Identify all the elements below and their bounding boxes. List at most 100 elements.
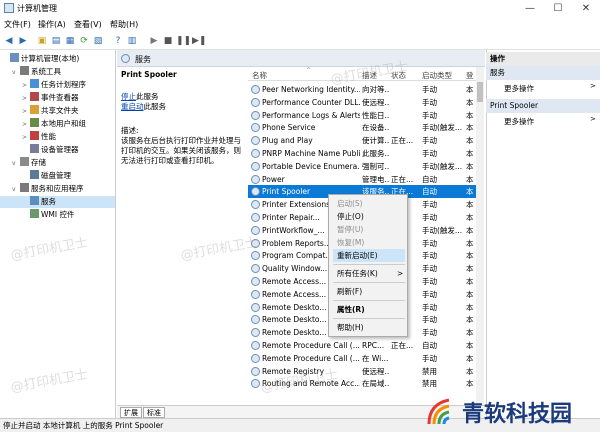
tree-item[interactable]: 设备管理器 bbox=[0, 144, 115, 156]
service-startup: 手动 bbox=[422, 97, 437, 107]
tree-item[interactable]: 计算机管理(本地) bbox=[0, 53, 115, 65]
service-row[interactable]: PNRP Machine Name Publi... 此服务... 手动 本 bbox=[248, 147, 478, 160]
menu-view[interactable]: 查看(V) bbox=[74, 19, 102, 30]
restart-service-link[interactable]: 重启动 bbox=[121, 102, 144, 111]
service-logon: 本 bbox=[466, 161, 474, 171]
tree-item-label: 磁盘管理 bbox=[41, 171, 71, 180]
vertical-scrollbar[interactable] bbox=[476, 67, 484, 405]
forward-icon[interactable]: ▶ bbox=[17, 35, 29, 47]
chevron-right-icon[interactable]: > bbox=[22, 80, 30, 92]
gear-icon bbox=[251, 110, 260, 120]
tree-item[interactable]: v 服务和应用程序 bbox=[0, 183, 115, 195]
close-button[interactable]: ✕ bbox=[572, 0, 600, 17]
help-icon[interactable]: ? bbox=[112, 35, 124, 47]
col-startup[interactable]: 启动类型 bbox=[422, 70, 452, 81]
tree-item[interactable]: 服务 bbox=[0, 196, 115, 208]
tree-item-label: 存储 bbox=[31, 158, 46, 167]
ctx-help[interactable]: 帮助(H) bbox=[333, 321, 405, 334]
minimize-button[interactable]: — bbox=[516, 0, 544, 17]
gear-icon bbox=[251, 136, 260, 146]
stop-icon[interactable]: ■ bbox=[162, 35, 174, 47]
tree-item-label: 任务计划程序 bbox=[41, 80, 86, 89]
tree-node-icon bbox=[30, 144, 39, 153]
tree-item-label: 计算机管理(本地) bbox=[21, 54, 80, 63]
stop-service-link[interactable]: 停止 bbox=[121, 92, 136, 101]
gear-icon bbox=[251, 97, 260, 107]
tree-item[interactable]: WMI 控件 bbox=[0, 209, 115, 221]
maximize-button[interactable]: ☐ bbox=[544, 0, 572, 17]
service-logon: 本 bbox=[466, 225, 474, 235]
col-name[interactable]: 名称 bbox=[252, 70, 267, 81]
back-icon[interactable]: ◀ bbox=[3, 35, 15, 47]
menu-action[interactable]: 操作(A) bbox=[38, 19, 66, 30]
service-startup: 手动 bbox=[422, 302, 437, 312]
service-row[interactable]: Peer Networking Identity... 向对等... 手动本 bbox=[248, 83, 478, 96]
gear-icon bbox=[251, 85, 260, 94]
actions-more-print-spooler[interactable]: 更多操作 bbox=[504, 116, 534, 127]
chevron-right-icon[interactable]: > bbox=[22, 93, 30, 105]
gear-icon bbox=[251, 341, 260, 350]
tree-item[interactable]: > 事件查看器 bbox=[0, 92, 115, 104]
scrollbar-thumb[interactable] bbox=[477, 82, 483, 102]
folder-up-icon[interactable]: ▣ bbox=[36, 35, 48, 47]
tree-node-icon bbox=[30, 131, 39, 140]
tab-standard[interactable]: 标准 bbox=[143, 407, 165, 418]
ctx-properties[interactable]: 属性(R) bbox=[333, 303, 405, 316]
chevron-down-icon[interactable]: v bbox=[12, 184, 20, 196]
tab-extended[interactable]: 扩展 bbox=[120, 407, 142, 418]
service-row[interactable]: Portable Device Enumera... 强制可... 手动(触发...… bbox=[248, 160, 478, 173]
actions-more-services[interactable]: 更多操作 bbox=[504, 83, 534, 94]
start-icon[interactable]: ▶ bbox=[148, 35, 160, 47]
tree-item[interactable]: > 共享文件夹 bbox=[0, 105, 115, 117]
service-row[interactable]: Plug and Play 使计算... 正在... 手动 本 bbox=[248, 134, 478, 147]
menu-file[interactable]: 文件(F) bbox=[4, 19, 31, 30]
menu-help[interactable]: 帮助(H) bbox=[110, 19, 138, 30]
chevron-right-icon[interactable]: > bbox=[22, 132, 30, 144]
tree-node-icon bbox=[30, 105, 39, 114]
tree-item[interactable]: v 系统工具 bbox=[0, 66, 115, 78]
restart-icon[interactable]: ▶❚ bbox=[192, 35, 206, 47]
computer-management-icon bbox=[4, 3, 14, 13]
services-header-title: 服务 bbox=[135, 55, 151, 64]
ctx-resume: 恢复(M) bbox=[337, 238, 365, 247]
ctx-all-tasks[interactable]: 所有任务(K) bbox=[333, 267, 405, 280]
service-desc: 强制可... bbox=[362, 161, 390, 171]
chevron-down-icon[interactable]: v bbox=[12, 67, 20, 79]
refresh-icon[interactable]: ⟳ bbox=[78, 35, 90, 47]
service-row[interactable]: Power 管理电... 正在... 自动 本 bbox=[248, 173, 478, 186]
service-logon: 本 bbox=[466, 366, 474, 376]
actions-section-print-spooler[interactable]: Print Spooler bbox=[486, 99, 600, 113]
properties-icon[interactable]: ▦ bbox=[64, 35, 76, 47]
service-row[interactable]: Remote Procedure Call (... RPC... 正在... 自动 本 bbox=[248, 339, 478, 352]
chevron-right-icon[interactable]: > bbox=[22, 119, 30, 131]
tree-item[interactable]: 磁盘管理 bbox=[0, 170, 115, 182]
ctx-restart[interactable]: 重新启动(E) bbox=[333, 249, 405, 262]
tree-item[interactable]: v 存储 bbox=[0, 157, 115, 169]
service-startup: 手动 bbox=[422, 85, 437, 94]
service-row[interactable]: Performance Logs & Alerts 性能日... 手动 本 bbox=[248, 109, 478, 122]
chevron-right-icon[interactable]: > bbox=[22, 106, 30, 118]
service-row[interactable]: Performance Counter DLL... 使远程... 手动 本 bbox=[248, 96, 478, 109]
console-tree-icon[interactable]: ▤ bbox=[50, 35, 62, 47]
col-logon[interactable]: 登 bbox=[466, 70, 474, 81]
service-desc: 在 Wi... bbox=[362, 353, 389, 363]
ctx-separator bbox=[333, 282, 405, 283]
service-row[interactable]: Phone Service 在设备... 手动(触发... 本 bbox=[248, 121, 478, 134]
service-row[interactable]: Remote Procedure Call (... 在 Wi... 手动 本 bbox=[248, 352, 478, 365]
service-startup: 手动 bbox=[422, 200, 437, 210]
tree-item[interactable]: > 任务计划程序 bbox=[0, 79, 115, 91]
ctx-stop[interactable]: 停止(O) bbox=[333, 210, 405, 223]
service-logon: 本 bbox=[466, 264, 474, 274]
export-icon[interactable]: ▧ bbox=[92, 35, 104, 47]
actions-section-services[interactable]: 服务 bbox=[486, 66, 600, 80]
gear-icon bbox=[251, 251, 260, 261]
ctx-refresh[interactable]: 刷新(F) bbox=[333, 285, 405, 298]
show-hide-icon[interactable]: ▥ bbox=[126, 35, 138, 47]
tree-item[interactable]: > 性能 bbox=[0, 131, 115, 143]
tree-item[interactable]: > 本地用户和组 bbox=[0, 118, 115, 130]
stop-suffix: 此服务 bbox=[136, 92, 159, 101]
pause-icon[interactable]: ❚❚ bbox=[176, 35, 191, 47]
chevron-down-icon[interactable]: v bbox=[12, 158, 20, 170]
service-name: Plug and Play bbox=[262, 136, 313, 146]
toolbar: ◀ ▶ ▣ ▤ ▦ ⟳ ▧ ? ▥ ▶ ■ ❚❚ ▶❚ bbox=[0, 32, 600, 50]
